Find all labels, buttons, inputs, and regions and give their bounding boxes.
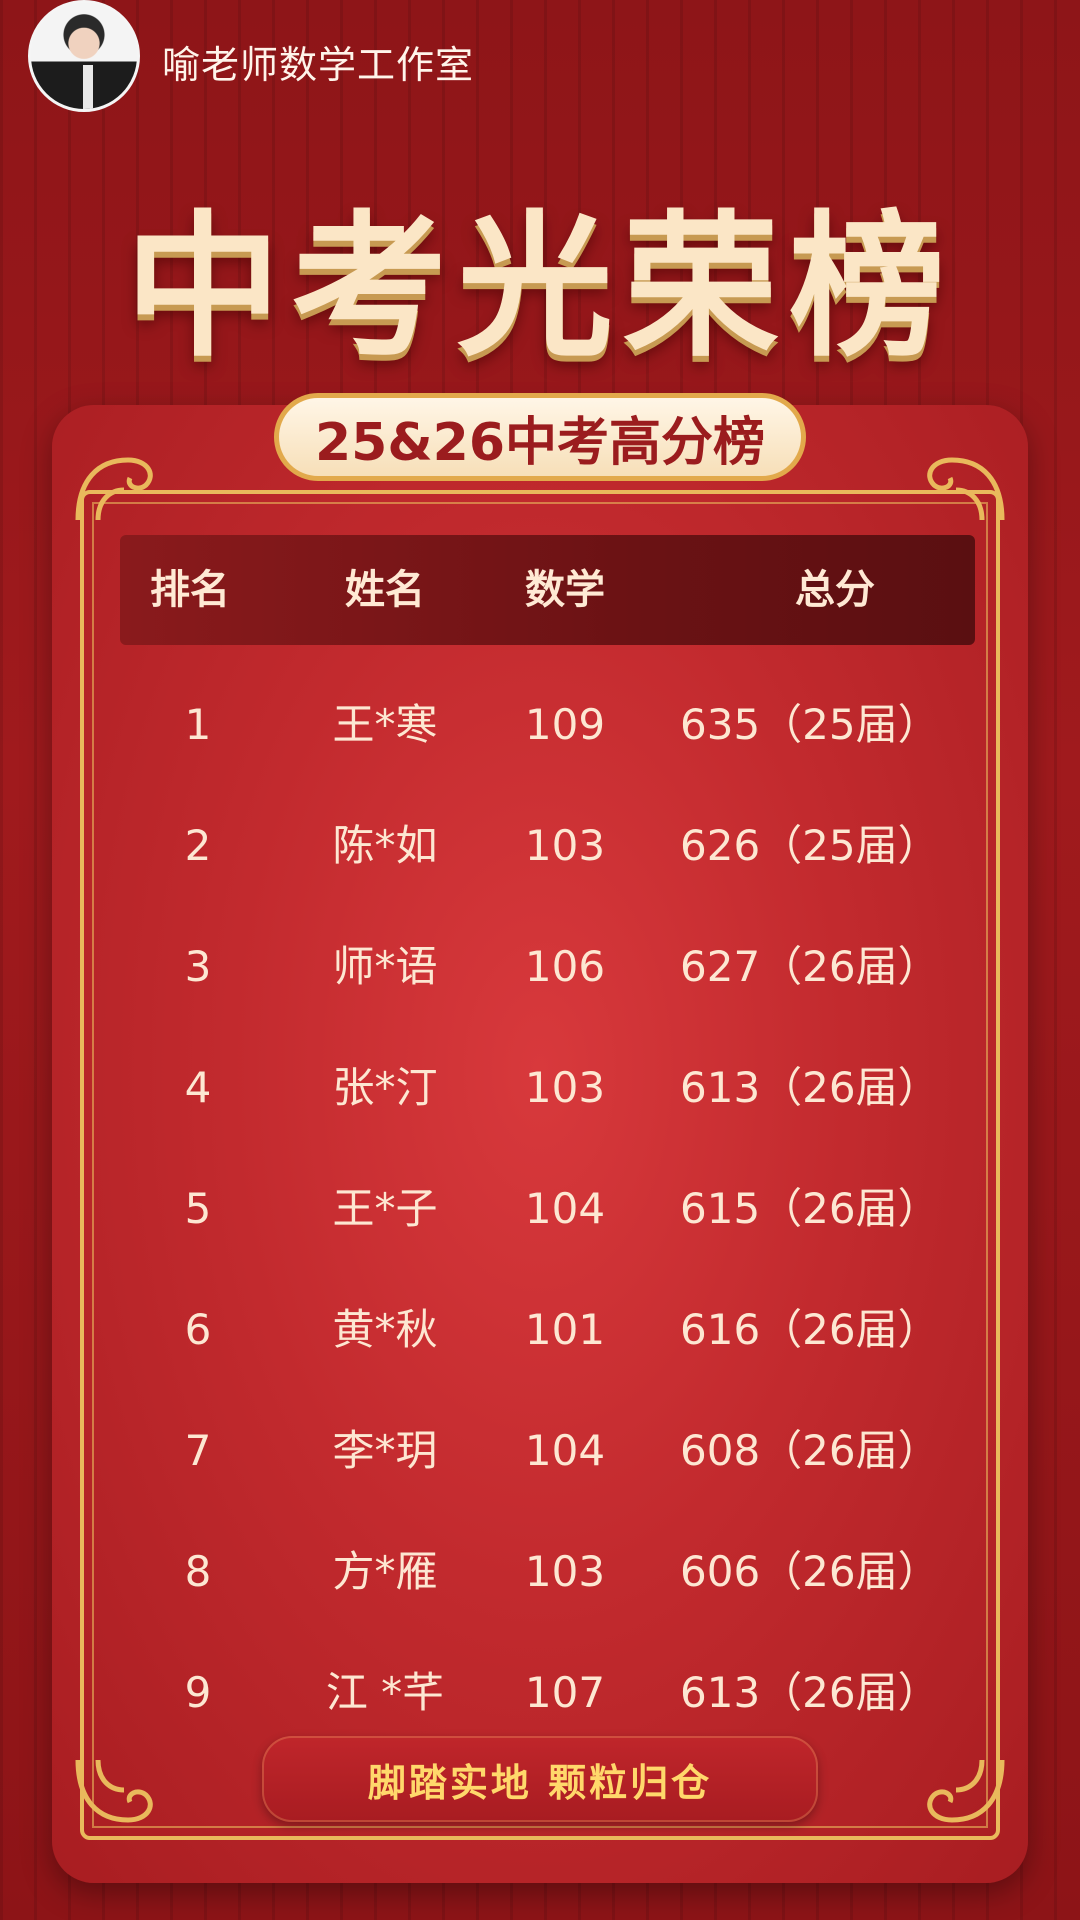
cloud-ornament-icon bbox=[75, 457, 153, 521]
page-title: 中考光荣榜 bbox=[125, 195, 955, 378]
math-score-cell: 103 bbox=[524, 1063, 606, 1112]
total-score-cell: 626（25届） bbox=[680, 821, 940, 870]
table-row: 8 方*雁 103 606（26届） bbox=[0, 1522, 1080, 1622]
table-row: 5 王*子 104 615（26届） bbox=[0, 1159, 1080, 1259]
rank-cell: 1 bbox=[184, 700, 212, 749]
cloud-ornament-icon bbox=[927, 1759, 1005, 1823]
total-score-cell: 615（26届） bbox=[680, 1184, 940, 1233]
header-math: 数学 bbox=[525, 567, 605, 613]
total-score-cell: 606（26届） bbox=[680, 1547, 940, 1596]
rank-cell: 3 bbox=[184, 942, 212, 991]
total-score-cell: 635（25届） bbox=[680, 700, 940, 749]
slogan-banner: 脚踏实地 颗粒归仓 bbox=[262, 1736, 818, 1822]
total-score-cell: 608（26届） bbox=[680, 1426, 940, 1475]
name-cell: 李*玥 bbox=[332, 1426, 438, 1475]
table-row: 6 黄*秋 101 616（26届） bbox=[0, 1280, 1080, 1380]
name-cell: 张*汀 bbox=[332, 1063, 438, 1112]
name-cell: 师*语 bbox=[332, 942, 438, 991]
table-header: 排名 姓名 数学 总分 bbox=[120, 535, 975, 645]
rank-cell: 7 bbox=[184, 1426, 212, 1475]
avatar[interactable] bbox=[28, 0, 140, 112]
studio-name[interactable]: 喻老师数学工作室 bbox=[162, 34, 474, 89]
rank-cell: 4 bbox=[184, 1063, 212, 1112]
math-score-cell: 106 bbox=[524, 942, 606, 991]
name-cell: 王*寒 bbox=[332, 700, 438, 749]
cloud-ornament-icon bbox=[927, 457, 1005, 521]
math-score-cell: 104 bbox=[524, 1426, 606, 1475]
header-bar: 喻老师数学工作室 bbox=[0, 0, 1080, 112]
name-cell: 江 *芊 bbox=[325, 1668, 445, 1717]
math-score-cell: 103 bbox=[524, 1547, 606, 1596]
math-score-cell: 103 bbox=[524, 821, 606, 870]
math-score-cell: 109 bbox=[524, 700, 606, 749]
total-score-cell: 613（26届） bbox=[680, 1063, 940, 1112]
table-row: 9 江 *芊 107 613（26届） bbox=[0, 1643, 1080, 1743]
math-score-cell: 107 bbox=[524, 1668, 606, 1717]
rank-cell: 6 bbox=[184, 1305, 212, 1354]
subtitle-banner: 25&26中考高分榜 bbox=[274, 393, 806, 481]
name-cell: 陈*如 bbox=[332, 821, 438, 870]
total-score-cell: 613（26届） bbox=[680, 1668, 940, 1717]
name-cell: 方*雁 bbox=[332, 1547, 438, 1596]
table-row: 3 师*语 106 627（26届） bbox=[0, 917, 1080, 1017]
total-score-cell: 616（26届） bbox=[680, 1305, 940, 1354]
table-row: 2 陈*如 103 626（25届） bbox=[0, 796, 1080, 896]
table-row: 7 李*玥 104 608（26届） bbox=[0, 1401, 1080, 1501]
rank-cell: 2 bbox=[184, 821, 212, 870]
math-score-cell: 104 bbox=[524, 1184, 606, 1233]
header-rank: 排名 bbox=[150, 567, 230, 613]
table-row: 1 王*寒 109 635（25届） bbox=[0, 675, 1080, 775]
math-score-cell: 101 bbox=[524, 1305, 606, 1354]
rank-cell: 8 bbox=[184, 1547, 212, 1596]
name-cell: 王*子 bbox=[332, 1184, 438, 1233]
total-score-cell: 627（26届） bbox=[680, 942, 940, 991]
rank-cell: 5 bbox=[184, 1184, 212, 1233]
table-row: 4 张*汀 103 613（26届） bbox=[0, 1038, 1080, 1138]
header-name: 姓名 bbox=[345, 567, 425, 613]
header-total: 总分 bbox=[795, 567, 875, 613]
cloud-ornament-icon bbox=[75, 1759, 153, 1823]
rank-cell: 9 bbox=[184, 1668, 212, 1717]
name-cell: 黄*秋 bbox=[332, 1305, 438, 1354]
